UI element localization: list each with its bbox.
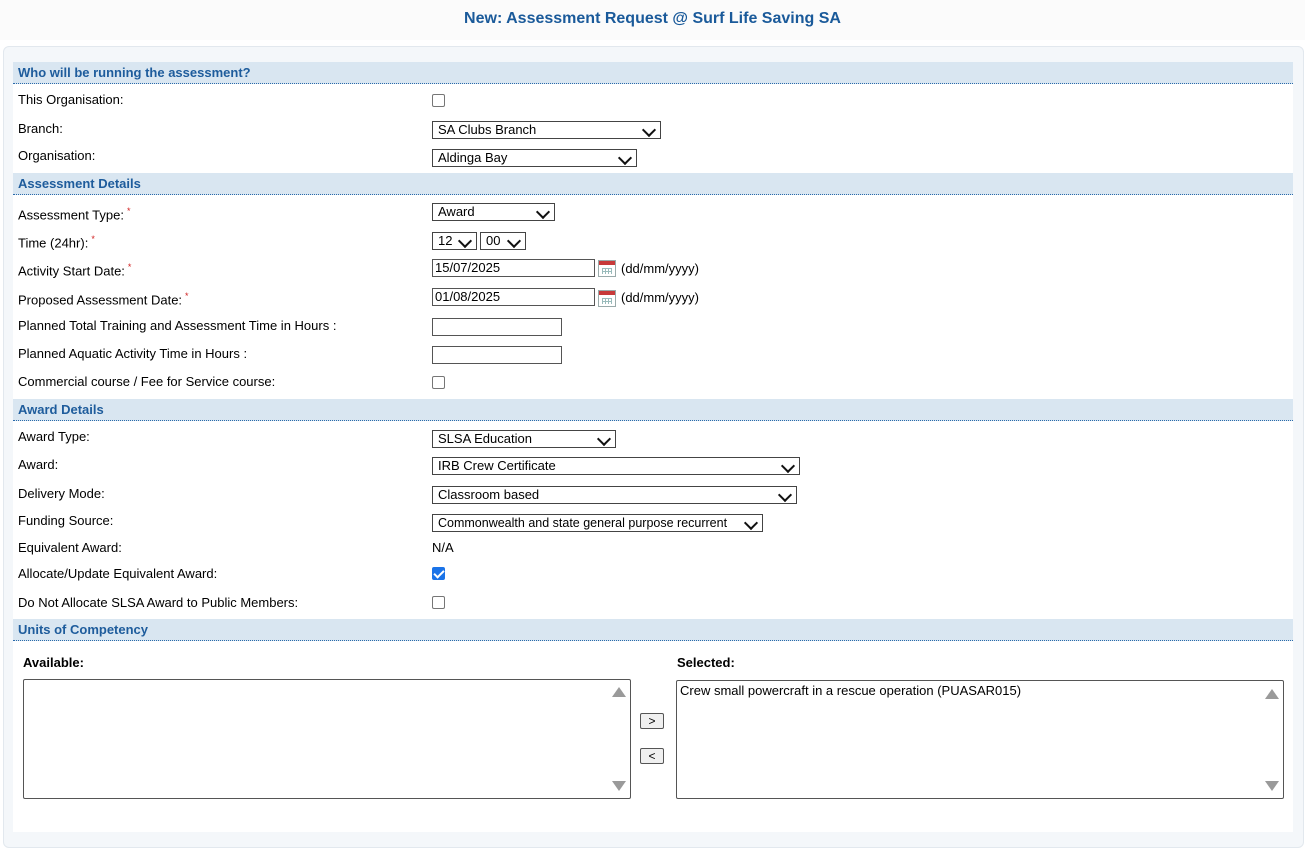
- commercial-course-checkbox[interactable]: [432, 376, 445, 389]
- chevron-down-icon: [780, 458, 796, 474]
- delivery-mode-label: Delivery Mode:: [18, 486, 105, 501]
- allocate-equivalent-label: Allocate/Update Equivalent Award:: [18, 566, 218, 581]
- scroll-down-icon[interactable]: [612, 781, 626, 791]
- delivery-mode-value: Classroom based: [438, 487, 540, 502]
- organisation-value: Aldinga Bay: [438, 150, 508, 165]
- assessment-form: Who will be running the assessment? This…: [13, 62, 1293, 832]
- award-type-select[interactable]: SLSA Education: [432, 430, 616, 448]
- scroll-up-icon[interactable]: [612, 687, 626, 697]
- funding-source-select[interactable]: Commonwealth and state general purpose r…: [432, 514, 763, 532]
- activity-start-date-input[interactable]: 15/07/2025: [432, 259, 595, 277]
- add-unit-button[interactable]: >: [640, 713, 664, 729]
- scroll-up-icon[interactable]: [1265, 689, 1279, 699]
- equivalent-award-value: N/A: [432, 540, 454, 555]
- section-header-assessment: Assessment Details: [13, 173, 1293, 195]
- chevron-down-icon: [641, 122, 657, 138]
- chevron-down-icon: [596, 431, 612, 447]
- chevron-down-icon: [777, 487, 793, 503]
- chevron-down-icon: [506, 233, 522, 249]
- proposed-assessment-date-label: Proposed Assessment Date: *: [18, 291, 189, 308]
- commercial-course-label: Commercial course / Fee for Service cour…: [18, 374, 276, 389]
- proposed-date-format-hint: (dd/mm/yyyy): [621, 290, 699, 305]
- chevron-down-icon: [617, 150, 633, 166]
- award-label: Award:: [18, 457, 59, 472]
- no-allocate-public-checkbox[interactable]: [432, 596, 445, 609]
- selected-label: Selected:: [677, 655, 735, 670]
- assessment-type-value: Award: [438, 204, 475, 219]
- available-units-list[interactable]: [23, 679, 631, 799]
- funding-source-label: Funding Source:: [18, 513, 114, 528]
- this-organisation-checkbox[interactable]: [432, 94, 445, 107]
- selected-units-list[interactable]: Crew small powercraft in a rescue operat…: [676, 680, 1284, 799]
- time-minute-value: 00: [486, 233, 501, 248]
- organisation-label: Organisation:: [18, 148, 96, 163]
- assessment-type-label: Assessment Type: *: [18, 206, 131, 223]
- activity-start-date-label: Activity Start Date: *: [18, 262, 132, 279]
- training-hours-input[interactable]: [432, 318, 562, 336]
- branch-value: SA Clubs Branch: [438, 122, 537, 137]
- chevron-down-icon: [457, 233, 473, 249]
- time-hour-select[interactable]: 12: [432, 232, 477, 250]
- remove-unit-button[interactable]: <: [640, 748, 664, 764]
- aquatic-hours-label: Planned Aquatic Activity Time in Hours :: [18, 346, 248, 361]
- award-type-label: Award Type:: [18, 429, 90, 444]
- available-label: Available:: [23, 655, 84, 670]
- calendar-icon[interactable]: [598, 260, 616, 277]
- delivery-mode-select[interactable]: Classroom based: [432, 486, 797, 504]
- award-type-value: SLSA Education: [438, 431, 532, 446]
- assessment-type-select[interactable]: Award: [432, 203, 555, 221]
- section-header-units: Units of Competency: [13, 619, 1293, 641]
- funding-source-value: Commonwealth and state general purpose r…: [438, 516, 728, 530]
- award-select[interactable]: IRB Crew Certificate: [432, 457, 800, 475]
- aquatic-hours-input[interactable]: [432, 346, 562, 364]
- organisation-select[interactable]: Aldinga Bay: [432, 149, 637, 167]
- branch-select[interactable]: SA Clubs Branch: [432, 121, 661, 139]
- page-title: New: Assessment Request @ Surf Life Savi…: [0, 0, 1305, 40]
- proposed-assessment-date-input[interactable]: 01/08/2025: [432, 288, 595, 306]
- allocate-equivalent-checkbox[interactable]: [432, 567, 445, 580]
- branch-label: Branch:: [18, 121, 63, 136]
- time-label: Time (24hr): *: [18, 234, 95, 251]
- no-allocate-public-label: Do Not Allocate SLSA Award to Public Mem…: [18, 595, 299, 610]
- training-hours-label: Planned Total Training and Assessment Ti…: [18, 318, 337, 333]
- award-value: IRB Crew Certificate: [438, 458, 556, 473]
- section-header-award: Award Details: [13, 399, 1293, 421]
- calendar-icon[interactable]: [598, 290, 616, 307]
- time-hour-value: 12: [438, 233, 453, 248]
- section-header-running: Who will be running the assessment?: [13, 62, 1293, 84]
- scroll-down-icon[interactable]: [1265, 781, 1279, 791]
- start-date-format-hint: (dd/mm/yyyy): [621, 261, 699, 276]
- selected-unit-item[interactable]: Crew small powercraft in a rescue operat…: [680, 683, 1021, 699]
- chevron-down-icon: [743, 515, 759, 531]
- equivalent-award-label: Equivalent Award:: [18, 540, 122, 555]
- time-minute-select[interactable]: 00: [480, 232, 526, 250]
- chevron-down-icon: [535, 204, 551, 220]
- this-organisation-label: This Organisation:: [18, 92, 124, 107]
